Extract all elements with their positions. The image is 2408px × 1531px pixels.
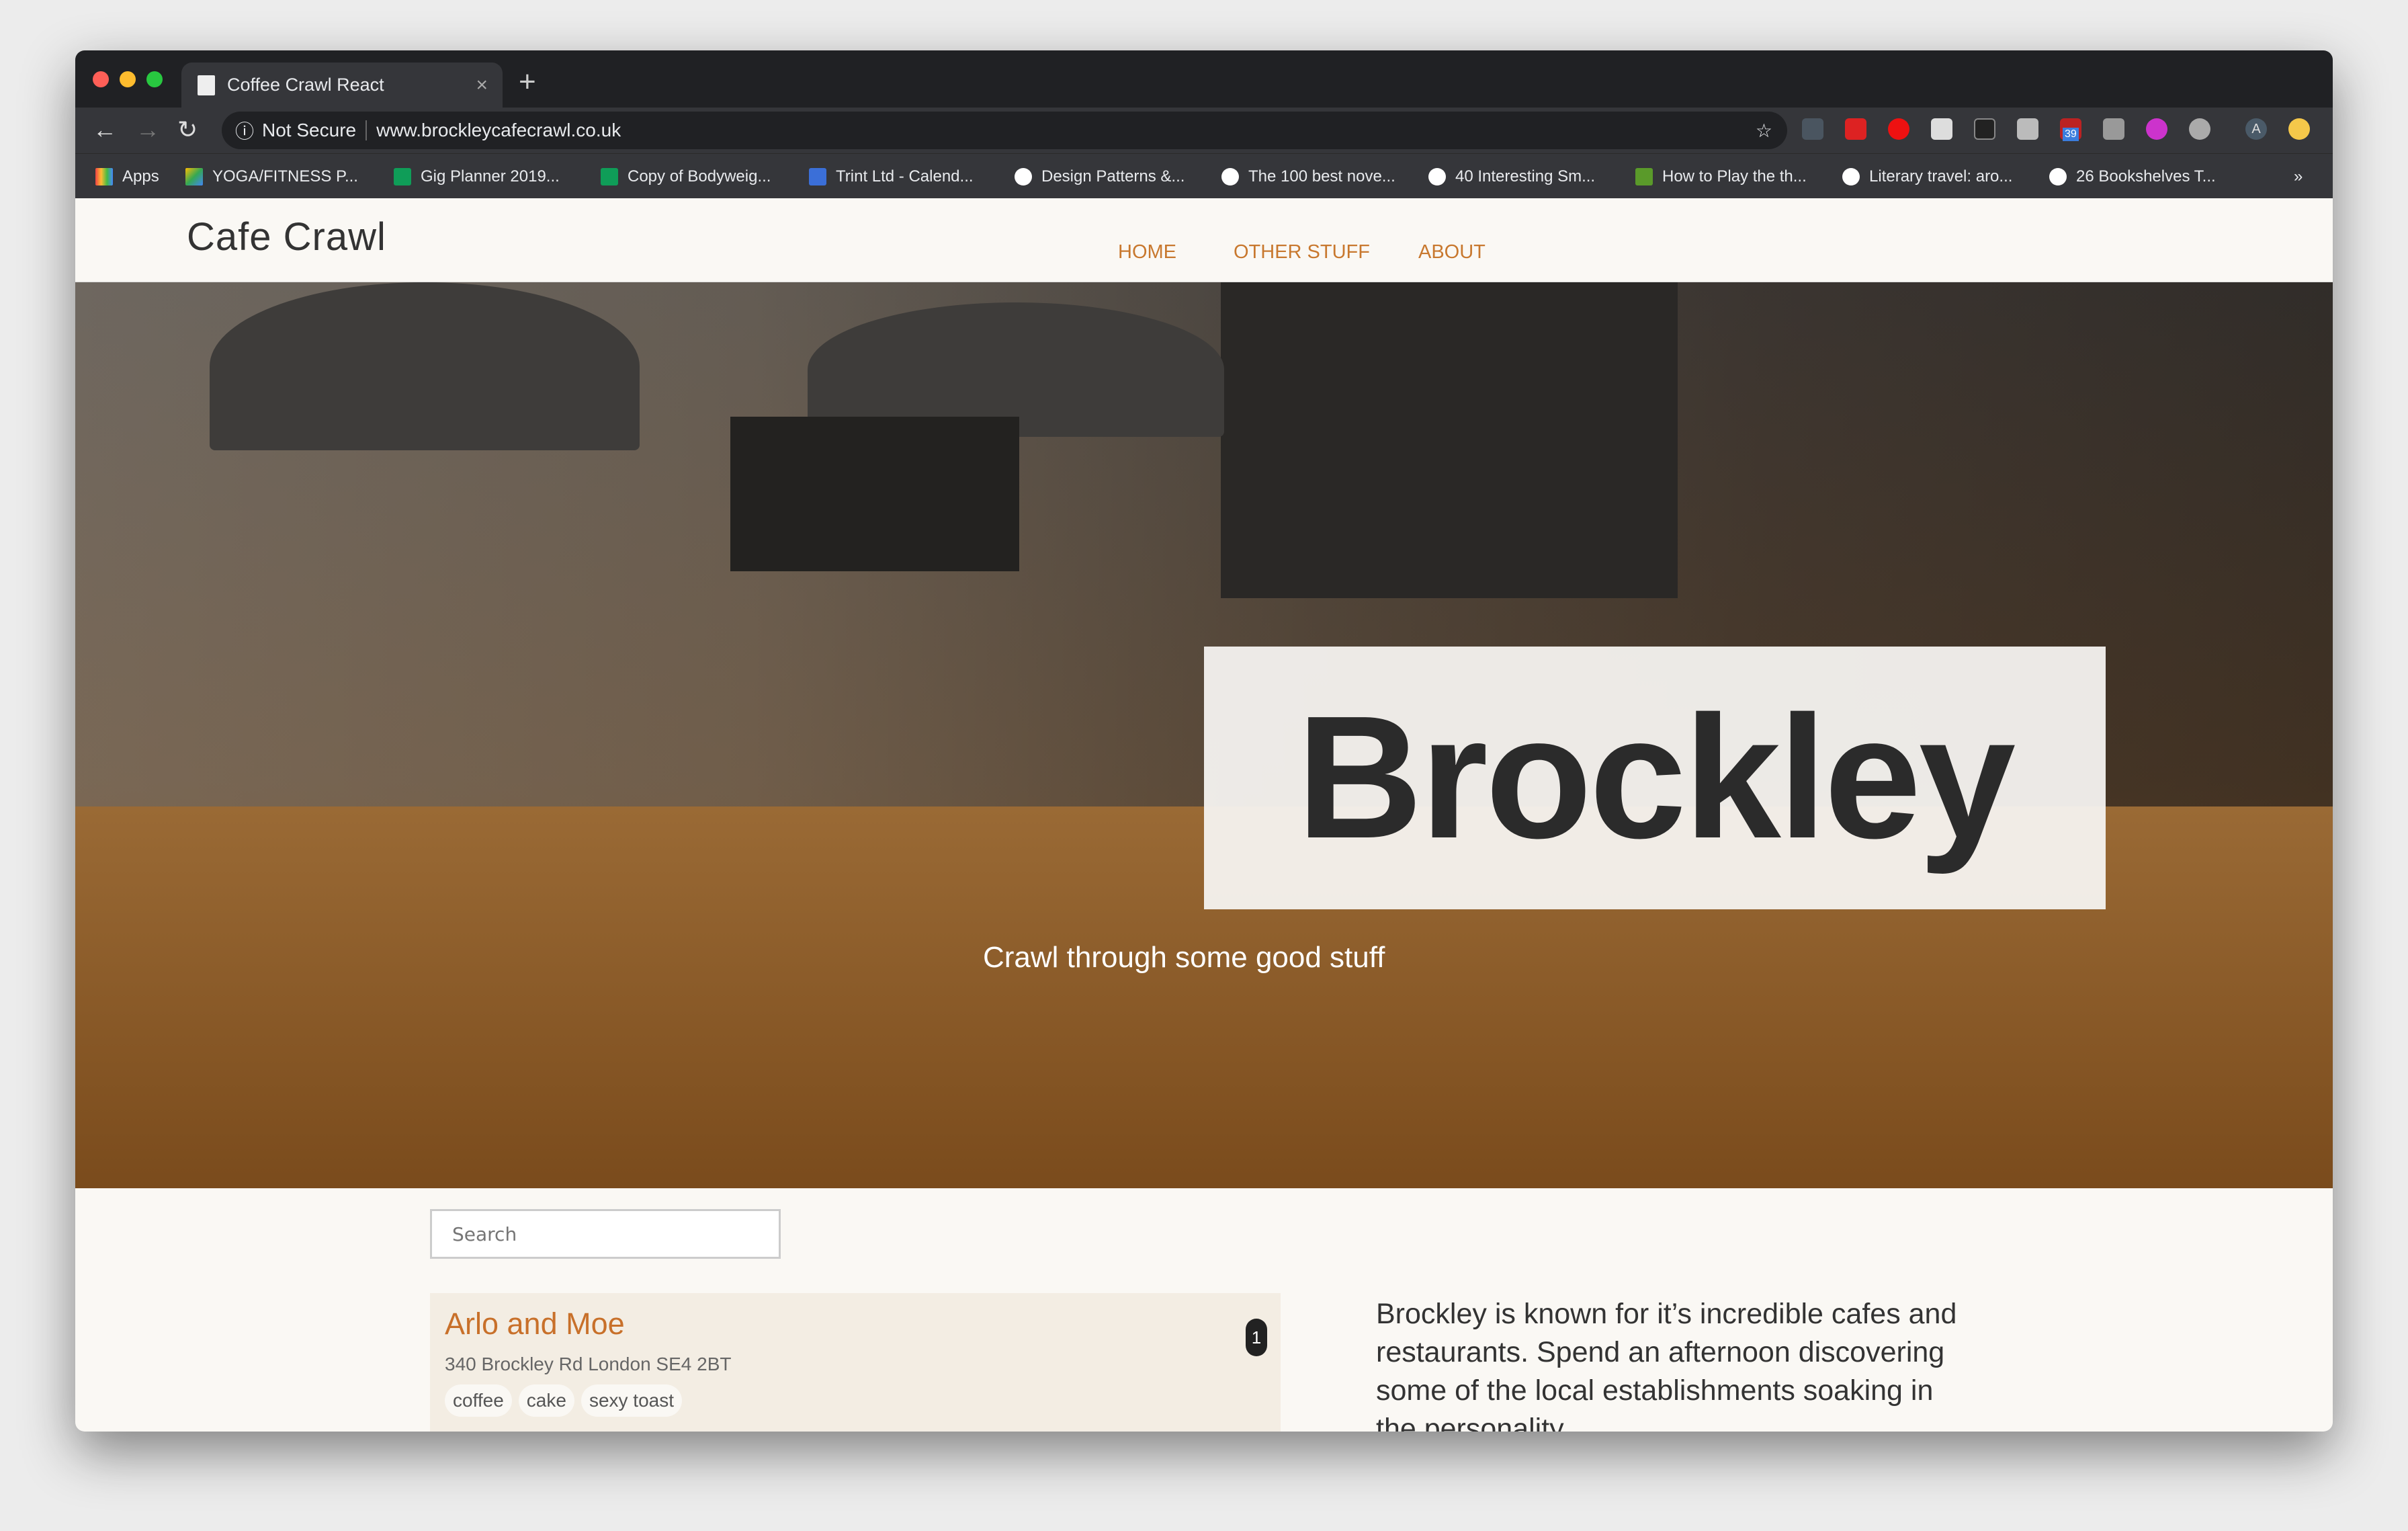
bookmark-apps[interactable]: Apps [95,167,159,186]
bookmark-label: Copy of Bodyweig... [628,167,771,185]
cafe-name[interactable]: Arlo and Moe [445,1307,1266,1341]
close-window-button[interactable] [93,71,109,87]
extension-icon[interactable] [1845,118,1866,140]
sheets-icon [394,168,411,185]
tab-bar: Coffee Crawl React × + [75,50,2333,108]
globe-icon [1015,168,1032,185]
bookmark-label: Design Patterns &... [1041,167,1185,185]
apps-grid-icon [95,168,113,185]
site-header: Cafe Crawl HOME OTHER STUFF ABOUT [75,200,2333,282]
bookmark-item[interactable]: Gig Planner 2019... [394,167,560,186]
globe-icon [1221,168,1239,185]
divider [366,120,368,140]
search-input[interactable] [430,1209,781,1259]
tag[interactable]: coffee [445,1384,512,1417]
lamp-image [210,282,640,450]
tv-image [730,417,1019,571]
bookmark-label: 26 Bookshelves T... [2076,167,2216,185]
extension-icon[interactable]: 39 [2060,118,2081,141]
address-bar-row: ← → ↻ ⓘ Not Secure www.brockleycafecrawl… [75,108,2333,153]
update-alert-icon[interactable] [2288,118,2310,140]
extension-icon[interactable] [1802,118,1823,140]
bookmark-item[interactable]: The 100 best nove... [1221,167,1395,186]
cafe-number-badge: 1 [1246,1319,1267,1356]
minimize-window-button[interactable] [120,71,136,87]
tag[interactable]: cake [518,1384,574,1417]
extension-icon[interactable] [2103,118,2124,140]
bookmark-label: YOGA/FITNESS P... [212,167,358,185]
tag[interactable]: sexy toast [580,1384,682,1417]
new-tab-button[interactable]: + [519,65,536,99]
hashtag-icon[interactable] [2146,118,2167,140]
globe-icon [2049,168,2067,185]
bookmark-item[interactable]: Trint Ltd - Calend... [809,167,974,186]
stop-hand-icon[interactable] [1888,118,1909,140]
profile-avatar[interactable]: A [2245,118,2267,140]
tab-title: Coffee Crawl React [227,75,384,95]
bookmark-label: Literary travel: aro... [1869,167,2013,185]
hero-title-box: Brockley [1204,647,2106,909]
bookmark-label: Gig Planner 2019... [421,167,560,185]
bookmark-item[interactable]: How to Play the th... [1635,167,1807,186]
drive-icon [185,168,203,185]
robot-icon[interactable] [1931,118,1952,140]
back-icon[interactable]: ← [93,116,117,144]
sheets-icon [601,168,618,185]
area-description: Brockley is known for it’s incredible ca… [1376,1298,1957,1432]
chalkboard-image [1221,282,1678,598]
calendar-icon [809,168,826,185]
bookmark-item[interactable]: Copy of Bodyweig... [601,167,771,186]
react-icon[interactable] [1974,118,1995,140]
hero-banner: Brockley Crawl through some good stuff [75,282,2333,1188]
hero-title: Brockley [1296,680,2016,875]
browser-tab[interactable]: Coffee Crawl React × [181,63,503,108]
url-text[interactable]: www.brockleycafecrawl.co.uk [376,120,621,141]
nav-home[interactable]: HOME [1118,241,1176,263]
bookmark-label: 40 Interesting Sm... [1455,167,1596,185]
green-shield-icon [1635,168,1653,185]
bookmark-item[interactable]: 26 Bookshelves T... [2049,167,2216,186]
site-logo[interactable]: Cafe Crawl [187,214,386,259]
close-tab-icon[interactable]: × [476,74,488,97]
info-extension-icon[interactable] [2189,118,2210,140]
bookmark-label: Trint Ltd - Calend... [836,167,974,185]
bookmark-item[interactable]: Design Patterns &... [1015,167,1185,186]
bookmark-label: The 100 best nove... [1248,167,1395,185]
bookmark-item[interactable]: 40 Interesting Sm... [1428,167,1595,186]
bookmark-star-icon[interactable]: ☆ [1756,120,1772,142]
extension-icon[interactable] [2017,118,2038,140]
bookmark-item[interactable]: Literary travel: aro... [1842,167,2012,186]
forward-icon[interactable]: → [136,116,160,144]
more-bookmarks-button[interactable]: » [2294,167,2303,186]
security-label: Not Secure [262,120,357,140]
coffee-cup-icon [198,75,215,95]
cafe-card[interactable]: Arlo and Moe 340 Brockley Rd London SE4 … [430,1293,1281,1432]
bookmark-label: How to Play the th... [1662,167,1807,185]
cafe-tags: coffee cake sexy toast [445,1384,1266,1417]
url-bar[interactable]: ⓘ Not Secure www.brockleycafecrawl.co.uk… [222,112,1787,149]
info-icon[interactable]: ⓘ [235,117,254,144]
globe-icon [1842,168,1860,185]
maximize-window-button[interactable] [146,71,163,87]
bookmarks-bar: Apps YOGA/FITNESS P... Gig Planner 2019.… [75,153,2333,198]
browser-window: Coffee Crawl React × + ← → ↻ ⓘ Not Secur… [75,50,2333,1432]
badge-count: 39 [2063,128,2079,141]
hero-tagline: Crawl through some good stuff [983,941,1385,974]
globe-icon [1428,168,1446,185]
nav-about[interactable]: ABOUT [1418,241,1486,263]
bookmark-label: Apps [122,167,159,185]
nav-other-stuff[interactable]: OTHER STUFF [1234,241,1370,263]
bookmark-item[interactable]: YOGA/FITNESS P... [185,167,358,186]
cafe-address: 340 Brockley Rd London SE4 2BT [445,1354,732,1374]
reload-icon[interactable]: ↻ [177,116,198,144]
